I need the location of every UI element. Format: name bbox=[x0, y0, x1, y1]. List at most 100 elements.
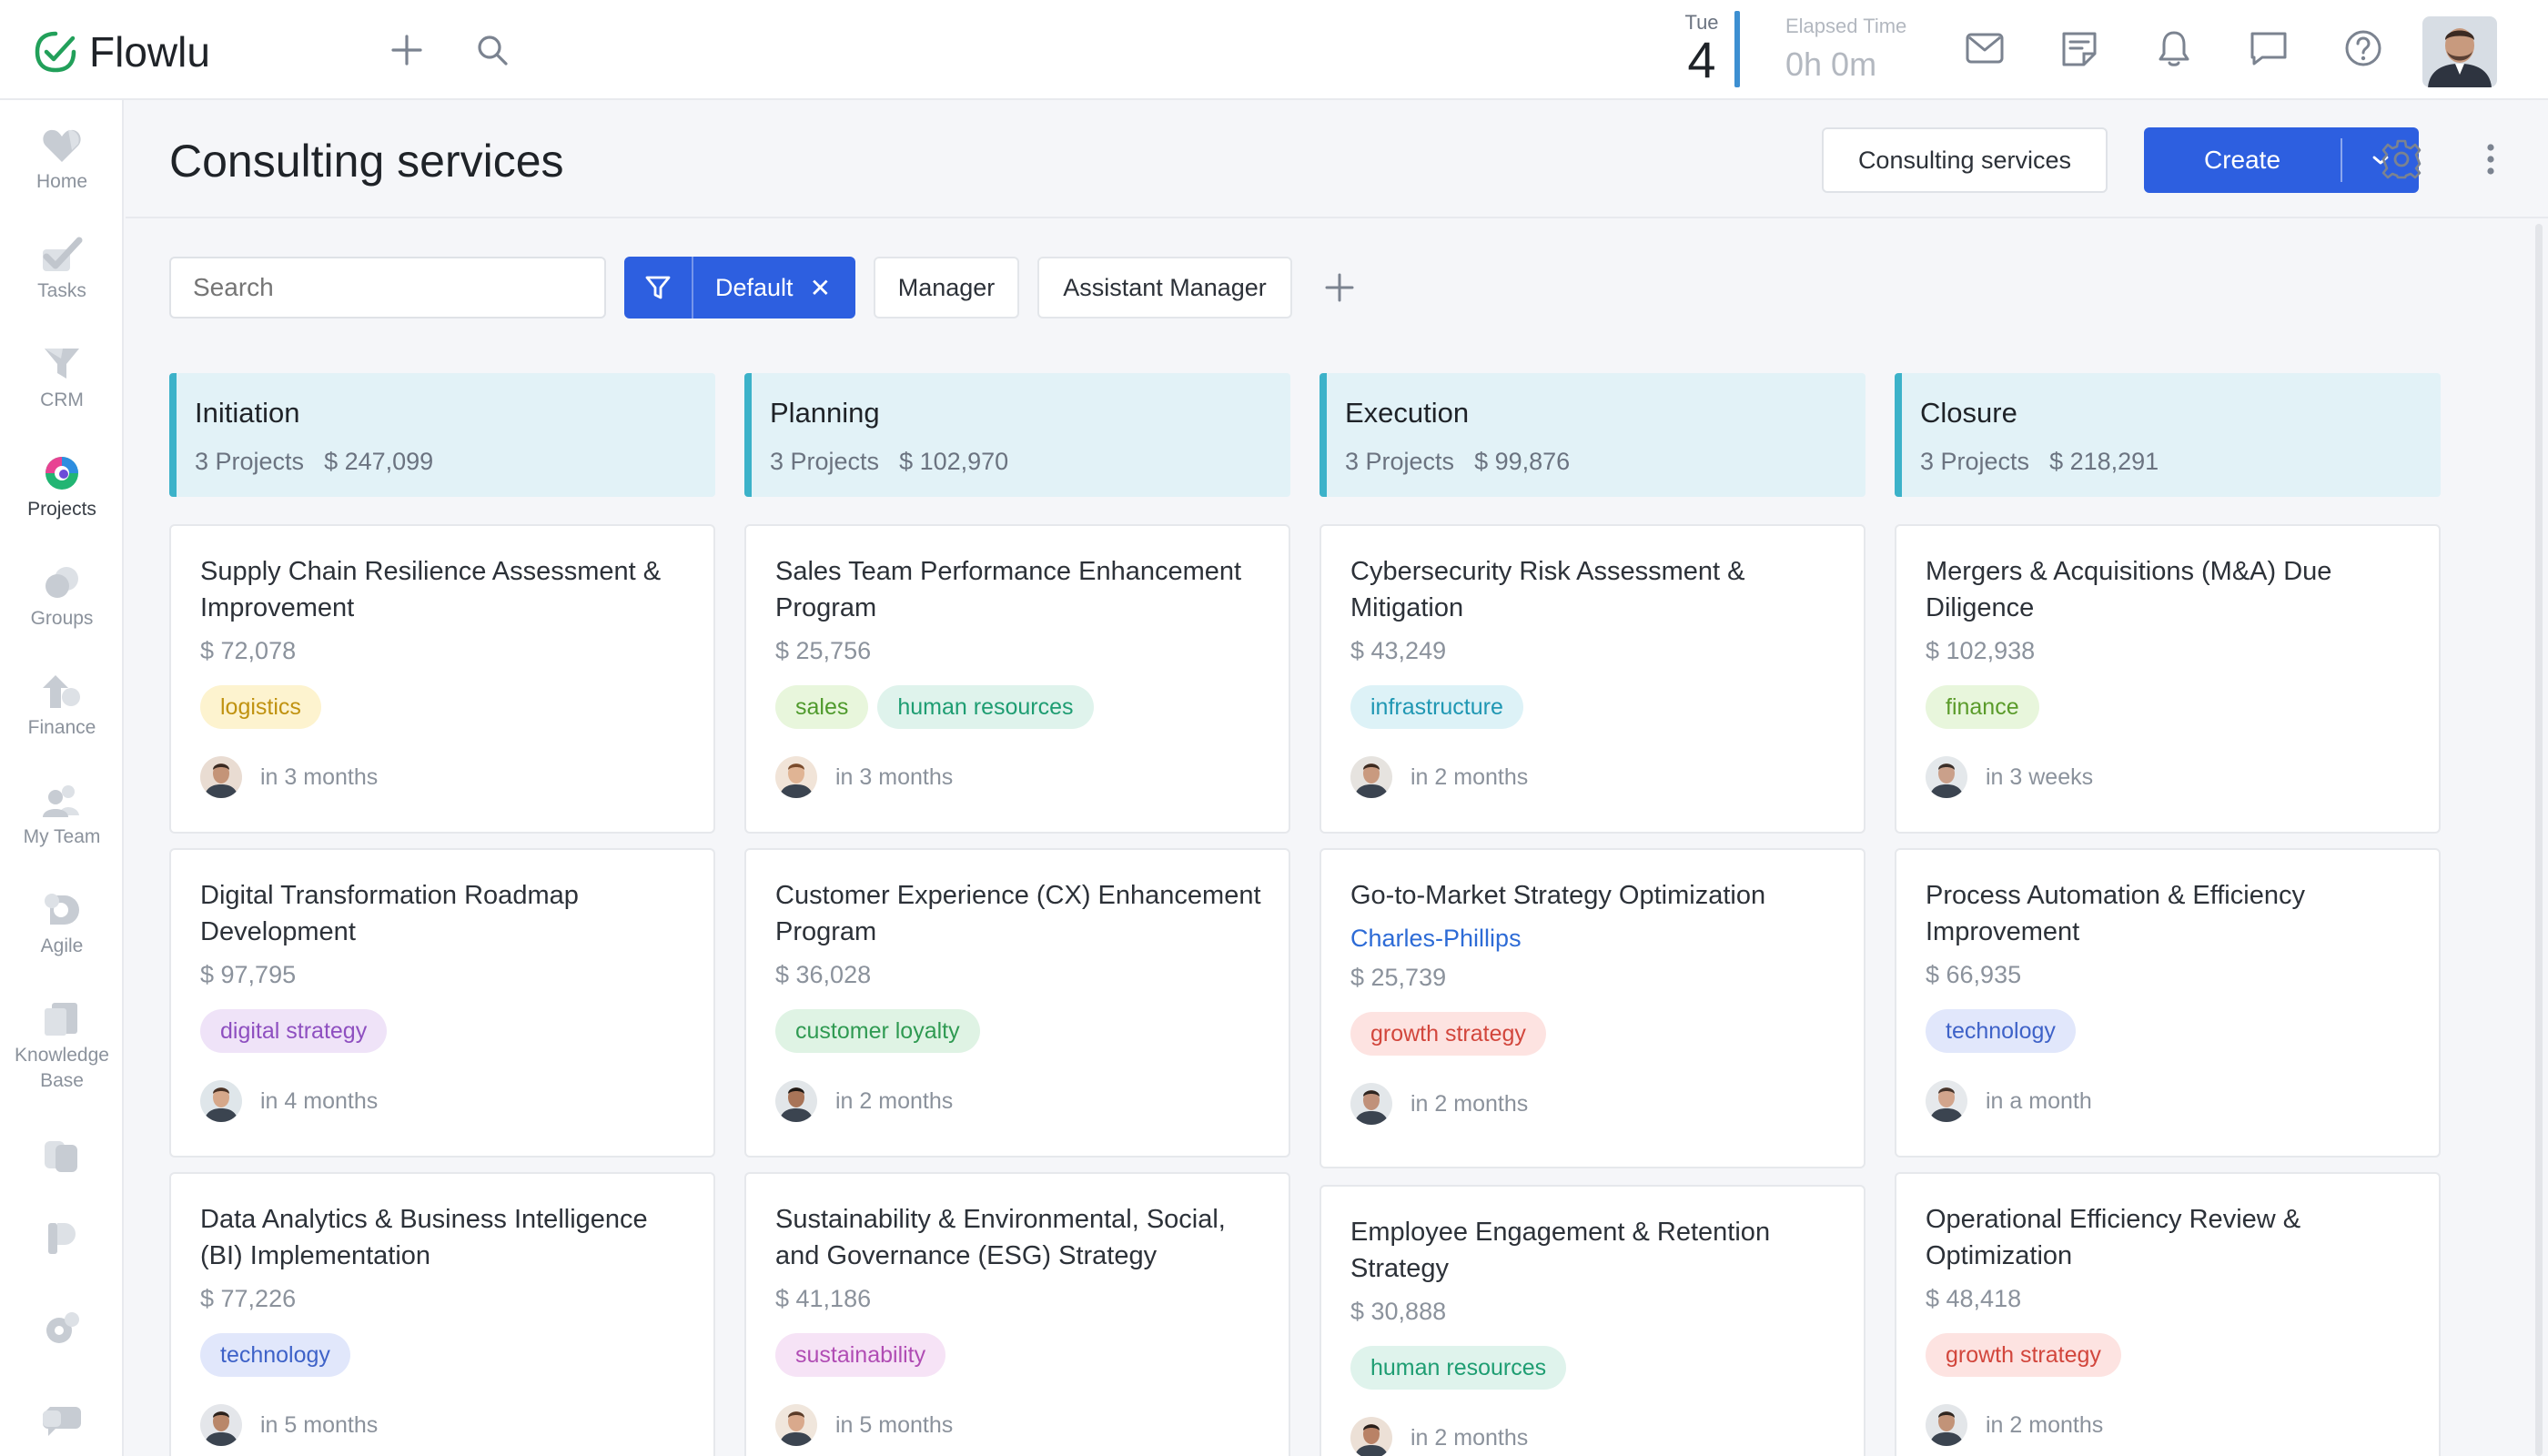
project-card[interactable]: Process Automation & Efficiency Improvem… bbox=[1895, 848, 2441, 1158]
notes-button[interactable] bbox=[2058, 27, 2100, 69]
project-tag[interactable]: technology bbox=[1926, 1009, 2076, 1053]
sidebar-item-extra-4[interactable] bbox=[0, 1401, 124, 1438]
project-title[interactable]: Mergers & Acquisitions (M&A) Due Diligen… bbox=[1926, 553, 2412, 626]
sidebar-item-projects[interactable]: Projects bbox=[0, 455, 124, 522]
project-card[interactable]: Go-to-Market Strategy Optimization Charle… bbox=[1320, 848, 1866, 1168]
project-footer: in 3 weeks bbox=[1926, 756, 2412, 798]
filter-toggle[interactable] bbox=[624, 257, 693, 318]
project-title[interactable]: Process Automation & Efficiency Improvem… bbox=[1926, 877, 2412, 950]
project-tag[interactable]: customer loyalty bbox=[775, 1009, 980, 1053]
project-tag[interactable]: human resources bbox=[877, 685, 1094, 729]
search-button[interactable] bbox=[471, 29, 513, 71]
assignee-avatar[interactable] bbox=[1926, 1404, 1967, 1446]
project-title[interactable]: Data Analytics & Business Intelligence (… bbox=[200, 1201, 686, 1274]
project-card[interactable]: Cybersecurity Risk Assessment & Mitigati… bbox=[1320, 524, 1866, 834]
assignee-avatar[interactable] bbox=[775, 1080, 817, 1122]
project-title[interactable]: Employee Engagement & Retention Strategy bbox=[1350, 1214, 1836, 1287]
project-tag[interactable]: sustainability bbox=[775, 1333, 946, 1377]
settings-button[interactable] bbox=[2379, 136, 2424, 182]
project-tag[interactable]: infrastructure bbox=[1350, 685, 1523, 729]
flowlu-logo-icon bbox=[35, 31, 76, 73]
project-title[interactable]: Sales Team Performance Enhancement Progr… bbox=[775, 553, 1261, 626]
filter-chip-assistant-manager[interactable]: Assistant Manager bbox=[1037, 257, 1292, 318]
project-title[interactable]: Go-to-Market Strategy Optimization bbox=[1350, 877, 1836, 914]
add-button[interactable] bbox=[386, 29, 428, 71]
user-avatar[interactable] bbox=[2422, 16, 2497, 87]
project-footer: in 2 months bbox=[775, 1080, 1261, 1122]
project-tag[interactable]: logistics bbox=[200, 685, 321, 729]
search-input[interactable] bbox=[169, 257, 606, 318]
project-card[interactable]: Customer Experience (CX) Enhancement Pro… bbox=[744, 848, 1290, 1158]
sidebar-item-crm[interactable]: CRM bbox=[0, 346, 124, 413]
assignee-avatar[interactable] bbox=[1350, 756, 1392, 798]
date-widget[interactable]: Tue 4 bbox=[1665, 11, 1738, 86]
project-title[interactable]: Operational Efficiency Review & Optimiza… bbox=[1926, 1201, 2412, 1274]
assignee-avatar[interactable] bbox=[1350, 1083, 1392, 1125]
project-card[interactable]: Supply Chain Resilience Assessment & Imp… bbox=[169, 524, 715, 834]
project-tag[interactable]: growth strategy bbox=[1926, 1333, 2121, 1377]
assignee-avatar[interactable] bbox=[775, 1404, 817, 1446]
knowledge-icon bbox=[48, 1223, 76, 1254]
project-tag[interactable]: digital strategy bbox=[200, 1009, 388, 1053]
project-title[interactable]: Sustainability & Environmental, Social, … bbox=[775, 1201, 1261, 1274]
project-card[interactable]: Data Analytics & Business Intelligence (… bbox=[169, 1172, 715, 1456]
help-button[interactable] bbox=[2342, 27, 2384, 69]
pipeline-select-button[interactable]: Consulting services bbox=[1822, 127, 2108, 193]
sidebar-item-extra-2[interactable] bbox=[0, 1219, 124, 1256]
project-card[interactable]: Operational Efficiency Review & Optimiza… bbox=[1895, 1172, 2441, 1456]
project-tag[interactable]: growth strategy bbox=[1350, 1012, 1546, 1056]
project-due-date: in 2 months bbox=[1986, 1411, 2104, 1438]
filter-chip-manager[interactable]: Manager bbox=[874, 257, 1019, 318]
project-card[interactable]: Mergers & Acquisitions (M&A) Due Diligen… bbox=[1895, 524, 2441, 834]
elapsed-time-widget[interactable]: Elapsed Time 0h 0m bbox=[1785, 15, 1906, 84]
vertical-scrollbar[interactable] bbox=[2535, 224, 2543, 1456]
sidebar-item-label: Agile bbox=[40, 935, 84, 956]
create-button[interactable]: Create bbox=[2144, 127, 2341, 193]
more-options-button[interactable] bbox=[2477, 136, 2504, 182]
project-contact-link[interactable]: Charles-Phillips bbox=[1350, 925, 1836, 953]
sidebar-item-extra-3[interactable] bbox=[0, 1310, 124, 1347]
project-card[interactable]: Employee Engagement & Retention Strategy… bbox=[1320, 1185, 1866, 1456]
project-tags: sustainability bbox=[775, 1333, 1261, 1377]
clear-filter-icon[interactable]: ✕ bbox=[810, 273, 831, 303]
assignee-avatar[interactable] bbox=[1926, 756, 1967, 798]
sidebar-item-finance[interactable]: Finance bbox=[0, 673, 124, 741]
project-tag[interactable]: finance bbox=[1926, 685, 2039, 729]
date-number: 4 bbox=[1687, 31, 1716, 88]
project-card[interactable]: Digital Transformation Roadmap Developme… bbox=[169, 848, 715, 1158]
project-tags: human resources bbox=[1350, 1346, 1836, 1390]
assignee-avatar[interactable] bbox=[200, 1404, 242, 1446]
project-tag[interactable]: sales bbox=[775, 685, 869, 729]
project-tag[interactable]: human resources bbox=[1350, 1346, 1567, 1390]
project-card[interactable]: Sales Team Performance Enhancement Progr… bbox=[744, 524, 1290, 834]
assignee-avatar[interactable] bbox=[200, 1080, 242, 1122]
assignee-avatar[interactable] bbox=[1350, 1417, 1392, 1456]
assignee-avatar[interactable] bbox=[1926, 1080, 1967, 1122]
project-title[interactable]: Customer Experience (CX) Enhancement Pro… bbox=[775, 877, 1261, 950]
messages-button[interactable] bbox=[2248, 27, 2290, 69]
project-amount: $ 25,756 bbox=[775, 637, 872, 664]
bell-icon bbox=[2159, 31, 2189, 66]
add-filter-button[interactable] bbox=[1320, 264, 1360, 311]
sidebar-item-tasks[interactable]: Tasks bbox=[0, 237, 124, 304]
app-logo[interactable]: Flowlu bbox=[35, 27, 210, 76]
project-title[interactable]: Digital Transformation Roadmap Developme… bbox=[200, 877, 686, 950]
active-filter-button[interactable]: Default ✕ bbox=[624, 257, 855, 318]
assignee-avatar[interactable] bbox=[775, 756, 817, 798]
notes-icon bbox=[2062, 32, 2097, 66]
project-card[interactable]: Sustainability & Environmental, Social, … bbox=[744, 1172, 1290, 1456]
project-title[interactable]: Supply Chain Resilience Assessment & Imp… bbox=[200, 553, 686, 626]
sidebar-item-agile[interactable]: Agile bbox=[0, 892, 124, 959]
sidebar-item-extra-1[interactable] bbox=[0, 1138, 124, 1174]
app-name: Flowlu bbox=[89, 28, 210, 76]
mail-button[interactable] bbox=[1964, 27, 2006, 69]
sidebar-item-knowledge-base[interactable]: Knowledge Base bbox=[0, 1001, 124, 1094]
project-title[interactable]: Cybersecurity Risk Assessment & Mitigati… bbox=[1350, 553, 1836, 626]
sidebar-item-my-team[interactable]: My Team bbox=[0, 783, 124, 850]
notifications-button[interactable] bbox=[2153, 27, 2195, 69]
assignee-avatar[interactable] bbox=[200, 756, 242, 798]
project-due-date: in 3 months bbox=[835, 763, 954, 790]
sidebar-item-groups[interactable]: Groups bbox=[0, 564, 124, 632]
project-tag[interactable]: technology bbox=[200, 1333, 350, 1377]
sidebar-item-home[interactable]: Home bbox=[0, 127, 124, 195]
